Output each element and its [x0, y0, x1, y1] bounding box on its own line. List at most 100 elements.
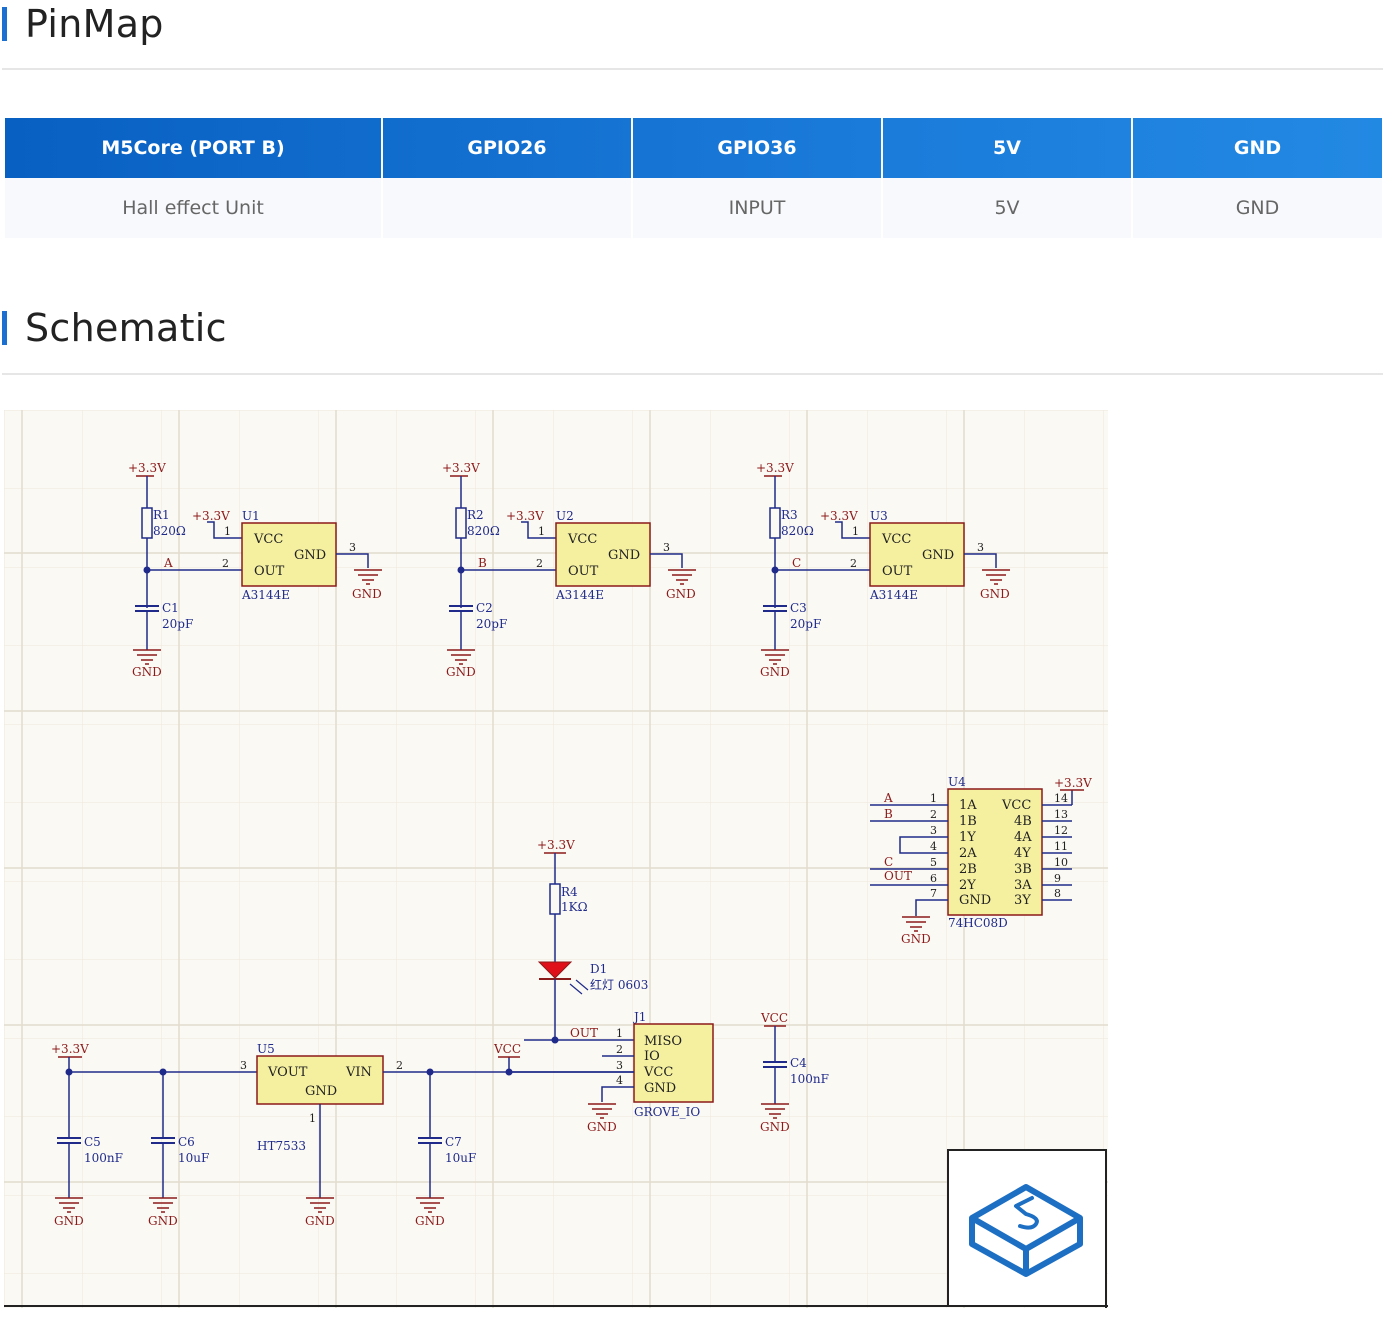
- svg-text:红灯 0603: 红灯 0603: [590, 977, 648, 992]
- svg-text:13: 13: [1054, 808, 1068, 821]
- svg-text:VCC: VCC: [1001, 798, 1031, 813]
- svg-text:1Y: 1Y: [959, 830, 976, 845]
- svg-text:1: 1: [930, 792, 937, 805]
- svg-text:100nF: 100nF: [84, 1151, 123, 1165]
- svg-text:1B: 1B: [959, 814, 977, 829]
- svg-text:20pF: 20pF: [476, 617, 507, 631]
- svg-text:GND: GND: [352, 587, 382, 601]
- svg-text:VCC: VCC: [253, 532, 283, 547]
- table-cell: GND: [1132, 178, 1382, 238]
- svg-text:R4: R4: [561, 885, 578, 899]
- svg-text:GND: GND: [666, 587, 696, 601]
- svg-text:3: 3: [240, 1059, 247, 1072]
- heading-accent-bar: [2, 7, 7, 41]
- svg-text:2: 2: [850, 557, 857, 570]
- svg-text:14: 14: [1054, 792, 1068, 805]
- svg-text:U2: U2: [556, 509, 574, 523]
- svg-text:3: 3: [977, 541, 984, 554]
- svg-text:GROVE_IO: GROVE_IO: [634, 1105, 700, 1119]
- svg-text:2: 2: [616, 1043, 623, 1056]
- svg-text:74HC08D: 74HC08D: [948, 916, 1008, 930]
- resistor: [549, 883, 561, 915]
- svg-text:+3.3V: +3.3V: [192, 509, 230, 523]
- svg-text:2: 2: [930, 808, 937, 821]
- svg-text:GND: GND: [644, 1081, 676, 1096]
- svg-text:4B: 4B: [1014, 814, 1032, 829]
- pinmap-divider: [2, 68, 1383, 70]
- table-row: Hall effect Unit INPUT 5V GND: [5, 178, 1382, 238]
- svg-text:2: 2: [222, 557, 229, 570]
- capacitor-value: 20pF: [162, 617, 193, 631]
- svg-text:+3.3V: +3.3V: [51, 1042, 89, 1056]
- svg-text:C3: C3: [790, 601, 807, 615]
- table-cell: INPUT: [632, 178, 883, 238]
- resistor: [769, 507, 781, 539]
- svg-text:3B: 3B: [1014, 862, 1032, 877]
- svg-text:10uF: 10uF: [178, 1151, 209, 1165]
- svg-text:GND: GND: [54, 1214, 84, 1228]
- svg-text:1: 1: [616, 1027, 623, 1040]
- svg-text:VOUT: VOUT: [267, 1065, 308, 1080]
- svg-text:7: 7: [930, 887, 937, 900]
- svg-text:GND: GND: [305, 1214, 335, 1228]
- svg-text:OUT: OUT: [884, 869, 912, 883]
- svg-text:C: C: [792, 556, 801, 570]
- svg-text:4A: 4A: [1014, 830, 1032, 845]
- svg-text:VCC: VCC: [881, 532, 911, 547]
- svg-text:J1: J1: [632, 1010, 646, 1024]
- svg-text:B: B: [884, 807, 893, 821]
- svg-text:3: 3: [349, 541, 356, 554]
- svg-text:C6: C6: [178, 1135, 195, 1149]
- svg-text:GND: GND: [587, 1120, 617, 1134]
- svg-text:GND: GND: [294, 548, 326, 563]
- table-cell: Hall effect Unit: [5, 178, 383, 238]
- svg-text:VIN: VIN: [345, 1065, 372, 1080]
- m5stack-logo-icon: [947, 1149, 1107, 1307]
- svg-text:3Y: 3Y: [1014, 893, 1031, 908]
- svg-text:820Ω: 820Ω: [781, 524, 814, 538]
- svg-text:C7: C7: [445, 1135, 462, 1149]
- svg-text:VCC: VCC: [567, 532, 597, 547]
- header-cell: GPIO36: [632, 118, 883, 178]
- svg-text:C: C: [884, 855, 893, 869]
- svg-text:3: 3: [663, 541, 670, 554]
- svg-text:10uF: 10uF: [445, 1151, 476, 1165]
- svg-text:4Y: 4Y: [1014, 846, 1031, 861]
- svg-text:1A: 1A: [959, 798, 977, 813]
- svg-text:OUT: OUT: [254, 564, 285, 579]
- svg-text:GND: GND: [959, 893, 991, 908]
- label-3v3: +3.3V: [128, 461, 166, 475]
- svg-text:VCC: VCC: [493, 1042, 521, 1056]
- svg-text:U5: U5: [257, 1042, 275, 1056]
- label-gnd: GND: [132, 665, 162, 679]
- table-cell: 5V: [882, 178, 1133, 238]
- svg-text:GND: GND: [760, 665, 790, 679]
- svg-text:VCC: VCC: [643, 1065, 673, 1080]
- svg-text:3: 3: [616, 1059, 623, 1072]
- svg-text:3A: 3A: [1014, 878, 1032, 893]
- svg-text:GND: GND: [148, 1214, 178, 1228]
- svg-text:GND: GND: [415, 1214, 445, 1228]
- svg-text:10: 10: [1054, 856, 1068, 869]
- svg-text:2: 2: [536, 557, 543, 570]
- svg-text:HT7533: HT7533: [257, 1139, 306, 1153]
- svg-text:2Y: 2Y: [959, 878, 976, 893]
- schematic-title: Schematic: [25, 306, 227, 350]
- svg-text:+3.3V: +3.3V: [756, 461, 794, 475]
- svg-text:1: 1: [224, 525, 231, 538]
- svg-text:OUT: OUT: [570, 1026, 598, 1040]
- pinmap-table: M5Core (PORT B) GPIO26 GPIO36 5V GND Hal…: [5, 118, 1382, 238]
- svg-text:9: 9: [1054, 872, 1061, 885]
- svg-text:VCC: VCC: [760, 1011, 788, 1025]
- svg-text:+3.3V: +3.3V: [537, 838, 575, 852]
- pinmap-title: PinMap: [25, 2, 164, 46]
- svg-text:OUT: OUT: [882, 564, 913, 579]
- svg-text:R2: R2: [467, 508, 484, 522]
- schematic-diagram: +3.3V R1 820Ω A 2 C1 20pF GND +3.3V 1 U1…: [4, 410, 1108, 1308]
- header-cell: GPIO26: [382, 118, 633, 178]
- svg-text:1KΩ: 1KΩ: [561, 900, 588, 914]
- svg-text:IO: IO: [644, 1049, 660, 1064]
- resistor: [455, 507, 467, 539]
- svg-text:6: 6: [930, 872, 937, 885]
- svg-text:100nF: 100nF: [790, 1072, 829, 1086]
